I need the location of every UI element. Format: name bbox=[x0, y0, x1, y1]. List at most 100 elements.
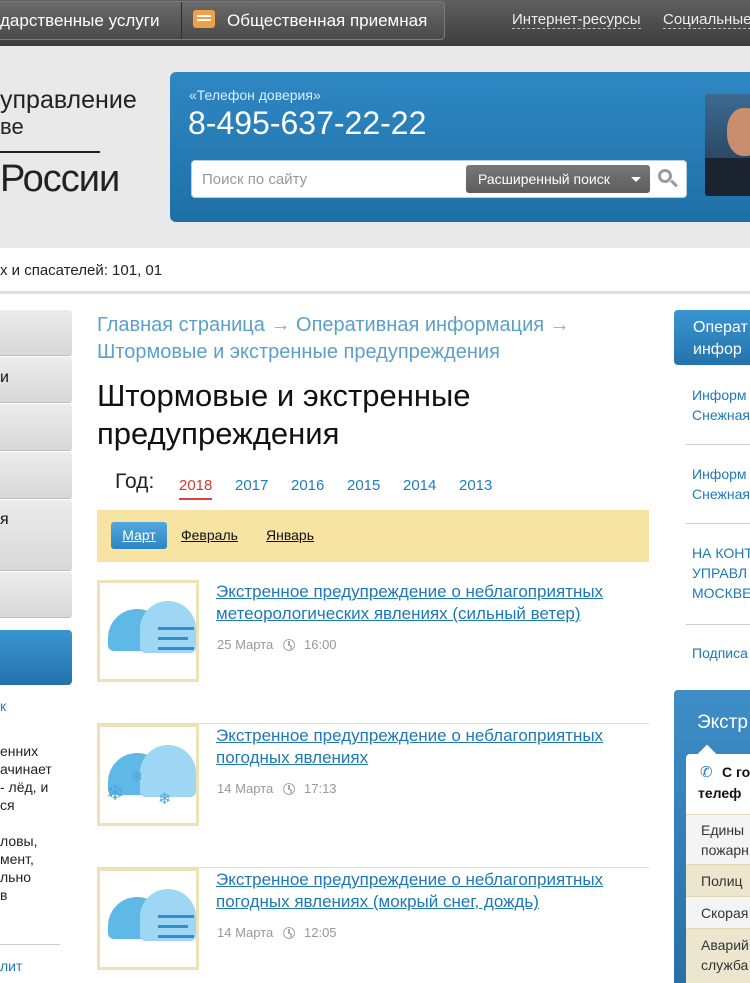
search-input[interactable] bbox=[202, 169, 462, 189]
logo-text-line2[interactable]: ве bbox=[0, 114, 24, 140]
left-nav-item[interactable]: я bbox=[0, 500, 72, 571]
clock-icon bbox=[283, 927, 295, 939]
year-tab-2017[interactable]: 2017 bbox=[235, 477, 268, 494]
button-divider bbox=[181, 2, 182, 39]
wind-cloud-icon[interactable] bbox=[97, 868, 199, 970]
wind-line bbox=[158, 935, 194, 938]
left-nav-item[interactable]: и bbox=[0, 357, 72, 403]
emergency-header-line: С го bbox=[722, 764, 750, 780]
left-text-line: ачинает bbox=[0, 761, 52, 777]
subscribe-link[interactable]: Подписа bbox=[692, 643, 748, 663]
left-nav-label: я bbox=[0, 511, 9, 528]
search-icon-handle bbox=[670, 179, 678, 188]
search-button[interactable] bbox=[654, 165, 682, 193]
hotline-panel: «Телефон доверия» 8-495-637-22-22 Расшир… bbox=[170, 72, 750, 222]
breadcrumb-home[interactable]: Главная страница bbox=[97, 314, 265, 336]
right-link-line: Информ bbox=[692, 466, 747, 482]
news-date: 14 Марта bbox=[217, 781, 274, 796]
left-text-line: ловы, bbox=[0, 833, 38, 849]
news-item: Экстренное предупреждение о неблагоприят… bbox=[97, 868, 649, 983]
year-tab-2015[interactable]: 2015 bbox=[347, 477, 380, 494]
emergency-row[interactable]: Скорая bbox=[686, 896, 750, 928]
phone-icon: ✆ bbox=[700, 763, 713, 781]
breadcrumb: Главная страница → Оперативная информаци… bbox=[97, 312, 657, 366]
right-divider bbox=[686, 624, 750, 625]
photo-face bbox=[727, 108, 750, 156]
public-reception-link[interactable]: Общественная приемная bbox=[227, 11, 427, 31]
snow-cloud-icon[interactable]: ❄ ❄ ❄ bbox=[97, 724, 199, 826]
advanced-search-dropdown[interactable]: Расширенный поиск bbox=[466, 165, 650, 193]
left-nav-item[interactable] bbox=[0, 452, 72, 499]
top-bar: дарственные услуги Общественная приемная… bbox=[0, 0, 750, 46]
year-tab-2013[interactable]: 2013 bbox=[459, 477, 492, 494]
left-nav-label: и bbox=[0, 369, 9, 386]
snowflake-icon: ❄ bbox=[106, 781, 125, 806]
internet-resources-link[interactable]: Интернет-ресурсы bbox=[512, 11, 641, 29]
breadcrumb-arrow: → bbox=[549, 314, 570, 336]
left-nav-item[interactable] bbox=[0, 404, 72, 451]
month-tab-march[interactable]: Март bbox=[111, 522, 167, 549]
right-info-link[interactable]: Информ Снежная bbox=[692, 464, 750, 504]
photo-body bbox=[705, 158, 750, 196]
left-nav-item[interactable] bbox=[0, 310, 72, 356]
year-tab-2014[interactable]: 2014 bbox=[403, 477, 436, 494]
advanced-search-label: Расширенный поиск bbox=[478, 171, 610, 187]
left-text-line: в bbox=[0, 887, 8, 903]
news-title-link[interactable]: Экстренное предупреждение о неблагоприят… bbox=[216, 869, 636, 913]
emergency-row-label: служба bbox=[701, 957, 749, 973]
breadcrumb-arrow: → bbox=[270, 314, 291, 336]
emergency-row[interactable]: Едины пожарн bbox=[686, 814, 750, 864]
right-divider bbox=[686, 444, 750, 445]
right-link-line: Информ bbox=[692, 387, 747, 403]
page-title: Штормовые и экстренные предупреждения bbox=[97, 378, 471, 451]
year-label: Год: bbox=[115, 470, 155, 493]
left-text-line: енних bbox=[0, 743, 39, 759]
left-divider bbox=[0, 944, 60, 945]
operative-header-line: Операт bbox=[693, 319, 748, 336]
left-blue-panel[interactable] bbox=[0, 630, 72, 685]
left-link-bottom[interactable]: лит bbox=[0, 958, 22, 974]
year-tab-2016[interactable]: 2016 bbox=[291, 477, 324, 494]
logo-text-line1[interactable]: управление bbox=[0, 86, 137, 115]
left-link[interactable]: к bbox=[0, 698, 6, 714]
wind-line bbox=[158, 627, 194, 630]
clock-icon bbox=[283, 639, 295, 651]
news-item: Экстренное предупреждение о неблагоприят… bbox=[97, 580, 649, 724]
breadcrumb-operative[interactable]: Оперативная информация bbox=[296, 314, 544, 336]
logo-text-line3[interactable]: России bbox=[0, 158, 120, 201]
operative-info-header[interactable]: Операт инфор bbox=[674, 310, 750, 365]
right-link-line: Снежная bbox=[692, 486, 750, 502]
news-title-link[interactable]: Экстренное предупреждение о неблагоприят… bbox=[216, 581, 636, 625]
emergency-row-label: Скорая bbox=[701, 905, 749, 921]
emergency-panel: Экстр ✆ С го телеф Едины пожарн Полиц Ск… bbox=[674, 690, 750, 983]
left-text-block: енних ачинает - лёд, и ся ловы, мент, ль… bbox=[0, 742, 72, 904]
gos-services-link[interactable]: дарственные услуги bbox=[0, 11, 160, 31]
info-ticker: х и спасателей: 101, 01 bbox=[0, 248, 750, 294]
logo-divider bbox=[0, 151, 100, 153]
hotline-label: «Телефон доверия» bbox=[189, 87, 321, 103]
emergency-row[interactable]: Полиц bbox=[686, 864, 750, 896]
year-tab-2018[interactable]: 2018 bbox=[179, 477, 213, 500]
month-tab-january[interactable]: Январь bbox=[266, 527, 314, 543]
left-text-line: ся bbox=[0, 797, 15, 813]
left-text-line: льно bbox=[0, 869, 31, 885]
month-bar: Март Февраль Январь bbox=[97, 510, 649, 562]
month-tab-february[interactable]: Февраль bbox=[181, 527, 238, 543]
right-divider bbox=[686, 523, 750, 524]
social-link[interactable]: Социальные bbox=[663, 11, 750, 29]
emergency-row[interactable]: Аварий служба bbox=[686, 928, 750, 983]
right-info-link[interactable]: НА КОНТ УПРАВЛ МОСКВЕ bbox=[692, 543, 750, 603]
wind-cloud-icon[interactable] bbox=[97, 580, 199, 682]
emergency-card: ✆ С го телеф Едины пожарн Полиц Скорая А… bbox=[686, 754, 750, 983]
news-title-link[interactable]: Экстренное предупреждение о неблагоприят… bbox=[216, 725, 636, 769]
wind-line bbox=[158, 637, 188, 640]
news-date: 25 Марта bbox=[217, 637, 274, 652]
right-info-link[interactable]: Информ Снежная bbox=[692, 385, 750, 425]
left-nav-item[interactable] bbox=[0, 572, 72, 618]
breadcrumb-current[interactable]: Штормовые и экстренные предупреждения bbox=[97, 341, 500, 363]
wind-line bbox=[158, 925, 188, 928]
hotline-phone[interactable]: 8-495-637-22-22 bbox=[188, 105, 426, 142]
news-item: ❄ ❄ ❄ Экстренное предупреждение о неблаг… bbox=[97, 724, 649, 868]
emergency-row-label: пожарн bbox=[701, 842, 749, 858]
wind-line bbox=[158, 915, 194, 918]
